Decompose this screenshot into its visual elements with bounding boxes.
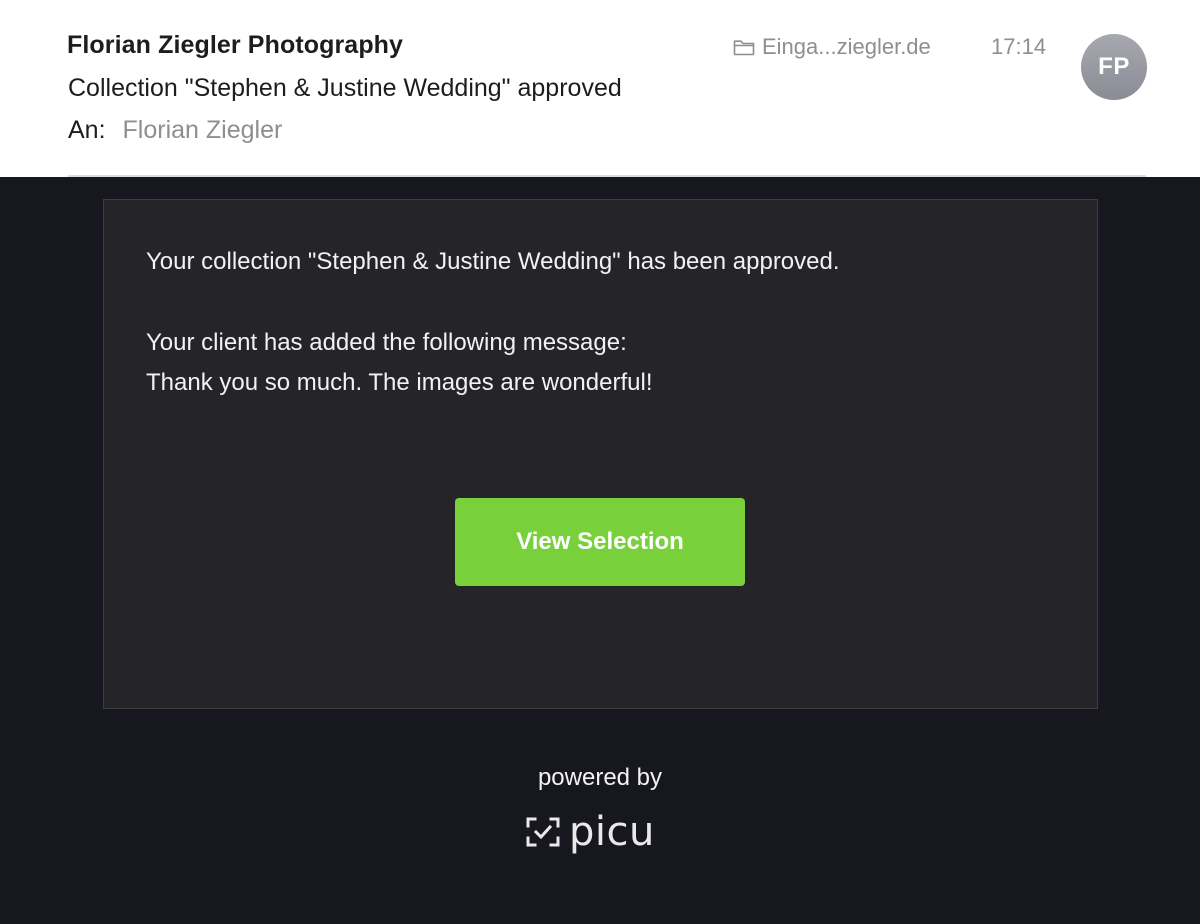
picu-checkbox-logo-icon [526,817,560,847]
email-body: Your collection "Stephen & Justine Weddi… [0,177,1200,924]
recipient-name[interactable]: Florian Ziegler [123,116,283,145]
recipient-row: An: Florian Ziegler [68,116,282,145]
client-message: Thank you so much. The images are wonder… [146,369,653,396]
subject-line: Collection "Stephen & Justine Wedding" a… [68,74,622,102]
powered-by-text: powered by [537,764,663,791]
approval-text: Your collection "Stephen & Justine Weddi… [146,248,840,275]
sender-avatar[interactable]: FP [1081,34,1147,100]
folder-icon [733,40,755,56]
message-card: Your collection "Stephen & Justine Weddi… [103,199,1098,709]
recipient-label: An: [68,116,106,144]
picu-wordmark: picu [569,809,655,855]
mailbox-indicator[interactable]: Einga...ziegler.de [733,34,931,60]
view-selection-button[interactable]: View Selection [455,498,745,586]
picu-logo[interactable]: picu [525,812,655,852]
timestamp: 17:14 [991,34,1047,59]
mailbox-name: Einga...ziegler.de [762,34,931,59]
mail-header: Florian Ziegler Photography Collection "… [0,0,1200,177]
sender-name[interactable]: Florian Ziegler Photography [67,31,403,60]
client-message-intro: Your client has added the following mess… [146,329,627,356]
